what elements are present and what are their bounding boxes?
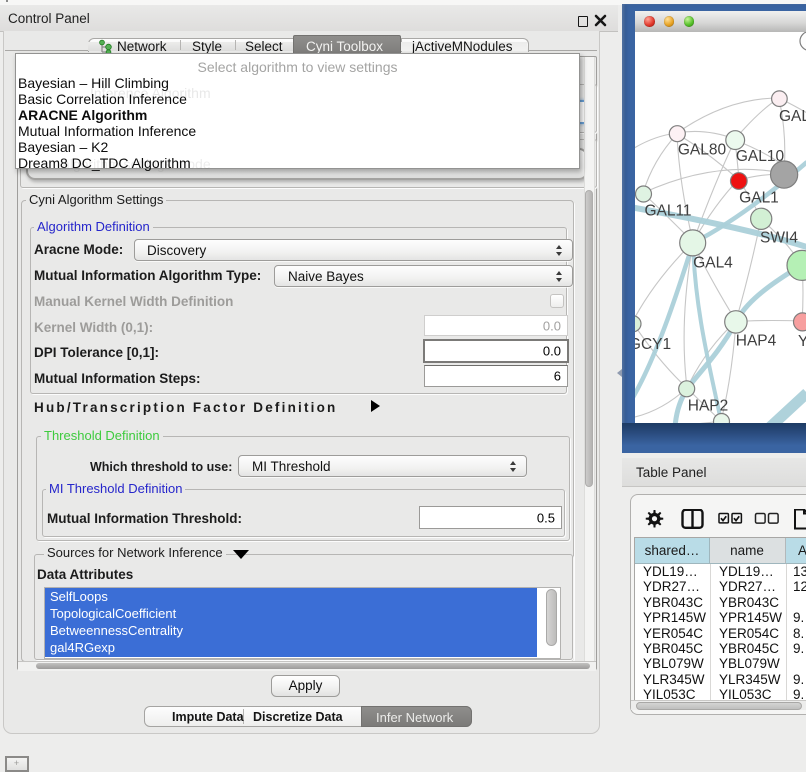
svg-text:SWI4: SWI4 [760, 230, 798, 247]
svg-text:HAP4: HAP4 [736, 333, 777, 350]
svg-text:GAL4: GAL4 [693, 255, 733, 272]
svg-text:GAL1: GAL1 [739, 190, 779, 207]
svg-text:GAL10: GAL10 [736, 148, 785, 165]
svg-text:GAL7: GAL7 [779, 108, 806, 125]
svg-text:GAL80: GAL80 [678, 142, 727, 159]
svg-text:Y: Y [798, 333, 806, 350]
svg-text:GCY1: GCY1 [635, 336, 671, 353]
svg-text:HAP2: HAP2 [688, 398, 729, 415]
svg-text:GAL11: GAL11 [644, 203, 691, 220]
